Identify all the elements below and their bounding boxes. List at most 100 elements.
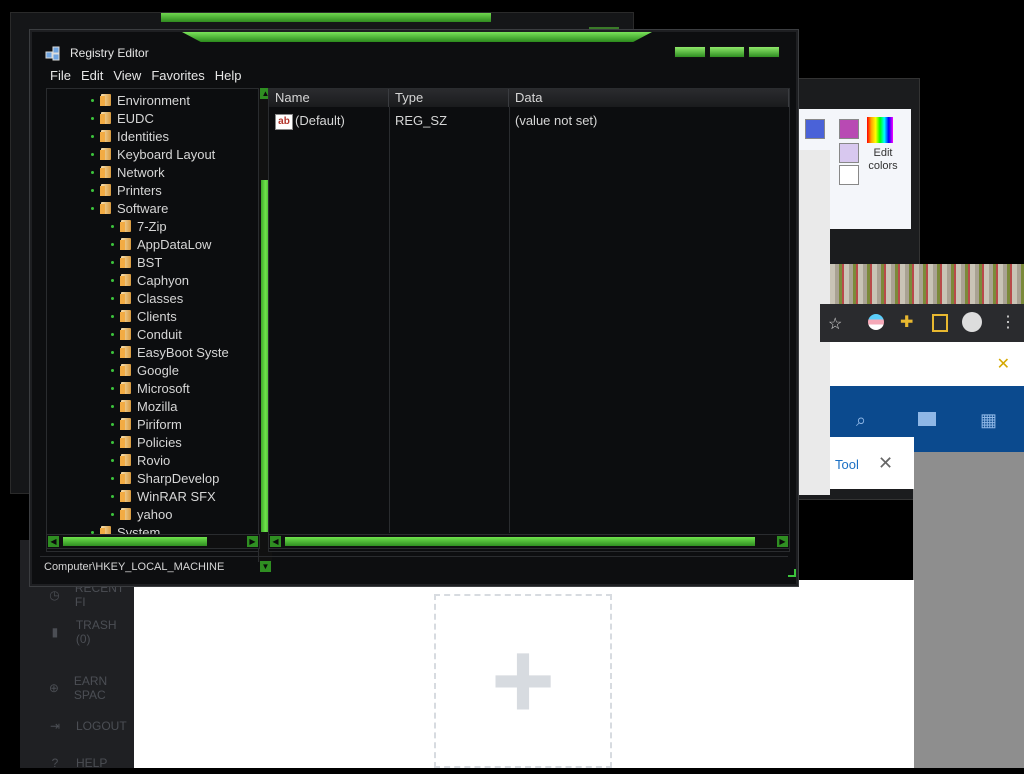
- tree-item-label: WinRAR SFX: [137, 488, 216, 504]
- tree-expander-icon[interactable]: [111, 404, 114, 408]
- scroll-thumb[interactable]: [285, 537, 755, 546]
- tree-expander-icon[interactable]: [111, 422, 114, 426]
- extension-icon[interactable]: [868, 314, 884, 330]
- tree-item[interactable]: 7-Zip: [111, 217, 167, 235]
- tree-expander-icon[interactable]: [111, 314, 114, 318]
- tree-item[interactable]: AppDataLow: [111, 235, 211, 253]
- sidebar-item-recent[interactable]: ◷ RECENT FI: [46, 581, 134, 609]
- scroll-right-icon[interactable]: ▶: [247, 536, 258, 547]
- tree-expander-icon[interactable]: [91, 152, 94, 156]
- menu-favorites[interactable]: Favorites: [147, 68, 210, 86]
- column-data[interactable]: Data: [509, 89, 789, 107]
- tree-item[interactable]: Rovio: [111, 451, 170, 469]
- menu-edit[interactable]: Edit: [77, 68, 109, 86]
- search-icon[interactable]: ⌕: [856, 410, 866, 431]
- tree-expander-icon[interactable]: [111, 458, 114, 462]
- tree-item[interactable]: Microsoft: [111, 379, 190, 397]
- tree-expander-icon[interactable]: [91, 188, 94, 192]
- tree-expander-icon[interactable]: [111, 386, 114, 390]
- folder-icon: [120, 417, 132, 431]
- menu-file[interactable]: File: [46, 68, 77, 86]
- sidebar-item-help[interactable]: ? HELP: [46, 752, 108, 774]
- puzzle-icon[interactable]: ✚: [900, 312, 913, 332]
- color-swatch-blue[interactable]: [805, 119, 825, 139]
- resize-grip-icon[interactable]: [788, 569, 796, 577]
- close-icon[interactable]: ✕: [997, 354, 1010, 374]
- minimize-button[interactable]: [674, 46, 706, 58]
- edit-colors-label[interactable]: Edit colors: [863, 147, 903, 173]
- tree-expander-icon[interactable]: [91, 206, 94, 210]
- folder-icon: [120, 507, 132, 521]
- tree-expander-icon[interactable]: [111, 368, 114, 372]
- tree-expander-icon[interactable]: [91, 170, 94, 174]
- column-type[interactable]: Type: [389, 89, 509, 107]
- menu-view[interactable]: View: [109, 68, 147, 86]
- tree-item[interactable]: BST: [111, 253, 162, 271]
- tree-item[interactable]: Classes: [111, 289, 183, 307]
- tree-item[interactable]: Policies: [111, 433, 182, 451]
- tree-item[interactable]: WinRAR SFX: [111, 487, 216, 505]
- tree-item[interactable]: Google: [111, 361, 179, 379]
- tree-expander-icon[interactable]: [111, 494, 114, 498]
- sidebar-item-earn-space[interactable]: ⊕ EARN SPAC: [46, 674, 134, 702]
- tree-expander-icon[interactable]: [91, 134, 94, 138]
- more-icon[interactable]: ⋮: [1000, 312, 1016, 332]
- sidebar-item-trash[interactable]: ▮ TRASH (0): [46, 618, 134, 646]
- scroll-thumb[interactable]: [63, 537, 207, 546]
- column-name[interactable]: Name: [269, 89, 389, 107]
- tree-item[interactable]: Keyboard Layout: [91, 145, 215, 163]
- edit-colors-icon[interactable]: [867, 117, 893, 143]
- color-swatch-purple[interactable]: [839, 119, 859, 139]
- tree-item[interactable]: Conduit: [111, 325, 182, 343]
- tree-expander-icon[interactable]: [111, 332, 114, 336]
- scroll-left-icon[interactable]: ◀: [48, 536, 59, 547]
- tree-item[interactable]: EUDC: [91, 109, 154, 127]
- tree-expander-icon[interactable]: [111, 440, 114, 444]
- tree-item[interactable]: Network: [91, 163, 165, 181]
- plus-icon: +: [490, 619, 556, 742]
- grid-icon[interactable]: ▦: [980, 410, 997, 431]
- tree-expander-icon[interactable]: [91, 98, 94, 102]
- tree-item[interactable]: Caphyon: [111, 271, 189, 289]
- close-button[interactable]: [748, 46, 780, 58]
- tree-expander-icon[interactable]: [111, 278, 114, 282]
- close-icon[interactable]: ✕: [878, 453, 893, 474]
- tree-item[interactable]: Clients: [111, 307, 177, 325]
- folder-icon: [120, 219, 132, 233]
- tree-expander-icon[interactable]: [111, 224, 114, 228]
- star-icon[interactable]: ☆: [828, 314, 842, 334]
- scroll-right-icon[interactable]: ▶: [777, 536, 788, 547]
- tree-item[interactable]: Piriform: [111, 415, 182, 433]
- table-row[interactable]: ab (Default) REG_SZ (value not set): [269, 113, 789, 131]
- color-swatch-white[interactable]: [839, 165, 859, 185]
- tree-expander-icon[interactable]: [111, 296, 114, 300]
- tree-expander-icon[interactable]: [111, 350, 114, 354]
- avatar[interactable]: [962, 312, 982, 332]
- tree-expander-icon[interactable]: [111, 512, 114, 516]
- maximize-button[interactable]: [709, 46, 745, 58]
- tree-expander-icon[interactable]: [111, 260, 114, 264]
- scroll-left-icon[interactable]: ◀: [270, 536, 281, 547]
- tree-item[interactable]: Environment: [91, 91, 190, 109]
- folder-icon: [120, 435, 132, 449]
- tree-item[interactable]: yahoo: [111, 505, 172, 523]
- menu-help[interactable]: Help: [211, 68, 248, 86]
- tree-expander-icon[interactable]: [111, 242, 114, 246]
- tree-item[interactable]: SharpDevelop: [111, 469, 219, 487]
- list-horizontal-scrollbar[interactable]: ◀ ▶: [268, 534, 790, 549]
- sidebar-item-logout[interactable]: ⇥ LOGOUT: [46, 715, 127, 737]
- color-swatch-lavender[interactable]: [839, 143, 859, 163]
- tree-item[interactable]: EasyBoot Syste: [111, 343, 229, 361]
- sidepanel-icon[interactable]: [932, 314, 948, 332]
- tool-link[interactable]: Tool: [835, 457, 859, 472]
- upload-dropzone[interactable]: +: [434, 594, 612, 768]
- registry-icon: [45, 46, 60, 61]
- new-folder-icon[interactable]: [918, 412, 936, 426]
- tree-item[interactable]: Mozilla: [111, 397, 177, 415]
- tree-item[interactable]: Identities: [91, 127, 169, 145]
- tree-item[interactable]: Software: [91, 199, 168, 217]
- tree-item[interactable]: Printers: [91, 181, 162, 199]
- tree-expander-icon[interactable]: [91, 116, 94, 120]
- tree-expander-icon[interactable]: [111, 476, 114, 480]
- tree-horizontal-scrollbar[interactable]: ◀ ▶: [46, 534, 260, 549]
